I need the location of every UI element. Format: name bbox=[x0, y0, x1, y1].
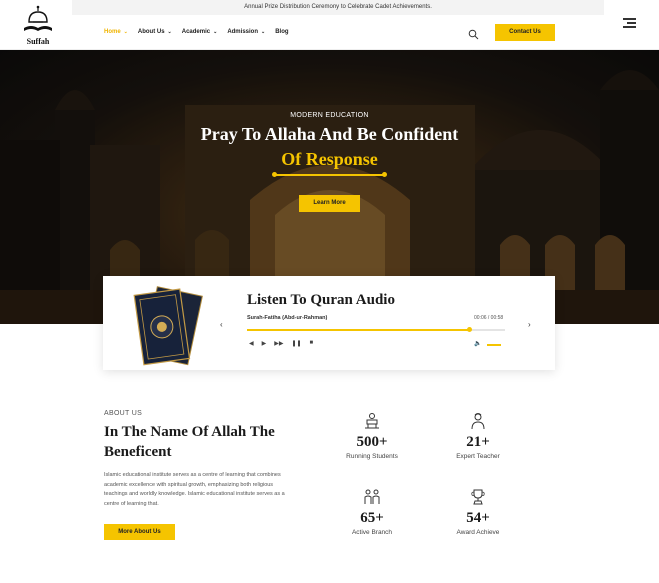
logo[interactable]: Suffah bbox=[18, 4, 58, 46]
hero-divider bbox=[272, 172, 387, 177]
contact-us-button[interactable]: Contact Us bbox=[495, 24, 555, 41]
nav-item-label: Home bbox=[104, 29, 121, 35]
stat-value: 21+ bbox=[466, 434, 490, 450]
prev-track-arrow-icon[interactable]: ‹ bbox=[220, 320, 223, 329]
announcement-bar: Annual Prize Distribution Ceremony to Ce… bbox=[72, 0, 604, 15]
stat-label: Active Branch bbox=[351, 529, 393, 536]
track-name: Surah-Fatiha (Abd-ur-Rahman) bbox=[247, 315, 328, 321]
nav-item-label: Academic bbox=[181, 29, 211, 35]
hamburger-menu-icon[interactable] bbox=[623, 18, 636, 29]
volume-slider[interactable] bbox=[487, 344, 501, 346]
nav-item-about-us[interactable]: About Us ⌄ bbox=[138, 29, 172, 35]
about-body: Islamic educational institute serves as … bbox=[104, 472, 285, 507]
logo-text: Suffah bbox=[26, 37, 50, 46]
stat-award-achieve: 54+ Award Achieve bbox=[433, 488, 523, 536]
nav-item-label: Admission bbox=[227, 29, 258, 35]
search-button[interactable] bbox=[468, 27, 479, 40]
stop-icon[interactable]: ■ bbox=[310, 340, 314, 347]
audio-controls: ◀ ▶ ▶▶ ❚❚ ■ bbox=[249, 340, 313, 347]
fast-forward-icon[interactable]: ▶▶ bbox=[274, 340, 283, 347]
chevron-down-icon: ⌄ bbox=[260, 29, 266, 35]
mosque-book-icon bbox=[24, 5, 52, 31]
stat-label: Expert Teacher bbox=[456, 453, 500, 460]
chevron-down-icon: ⌄ bbox=[213, 29, 218, 35]
teacher-icon bbox=[471, 413, 485, 430]
nav-item-home[interactable]: Home ⌄ bbox=[104, 29, 128, 35]
site-header: Suffah Annual Prize Distribution Ceremon… bbox=[0, 0, 659, 50]
students-icon bbox=[365, 413, 379, 429]
stat-running-students: 500+ Running Students bbox=[327, 412, 417, 460]
stat-label: Award Achieve bbox=[456, 529, 500, 536]
audio-title: Listen To Quran Audio bbox=[247, 292, 395, 308]
search-icon bbox=[468, 29, 479, 40]
nav-item-label: Blog bbox=[275, 29, 289, 35]
hero-kicker: MODERN EDUCATION bbox=[290, 112, 369, 119]
stat-value: 54+ bbox=[466, 510, 490, 526]
more-about-us-button[interactable]: More About Us bbox=[104, 524, 175, 540]
nav-item-label: About Us bbox=[137, 29, 165, 35]
nav-item-blog[interactable]: Blog bbox=[275, 29, 288, 35]
quran-audio-card: ‹ › Listen To Quran Audio Surah-Fatiha (… bbox=[103, 276, 555, 370]
next-track-arrow-icon[interactable]: › bbox=[528, 320, 531, 329]
branch-icon bbox=[364, 489, 380, 504]
award-icon bbox=[471, 489, 485, 505]
play-icon[interactable]: ▶ bbox=[262, 340, 267, 347]
learn-more-button[interactable]: Learn More bbox=[299, 195, 360, 212]
stat-active-branch: 65+ Active Branch bbox=[327, 488, 417, 536]
audio-progress-knob[interactable] bbox=[466, 327, 472, 332]
stat-value: 500+ bbox=[356, 434, 388, 450]
hero-title: Pray To Allaha And Be Confident bbox=[200, 124, 459, 144]
main-nav: Home ⌄ About Us ⌄ Academic ⌄ Admission ⌄ Blog bbox=[104, 29, 289, 35]
chevron-down-icon: ⌄ bbox=[167, 29, 172, 35]
chevron-down-icon: ⌄ bbox=[123, 29, 128, 35]
audio-progress-fill bbox=[247, 329, 469, 331]
pause-icon[interactable]: ❚❚ bbox=[291, 340, 301, 347]
stat-value: 65+ bbox=[360, 510, 384, 526]
nav-item-academic[interactable]: Academic ⌄ bbox=[182, 29, 218, 35]
nav-item-admission[interactable]: Admission ⌄ bbox=[227, 29, 265, 35]
about-kicker: ABOUT US bbox=[104, 410, 143, 417]
about-title: In The Name Of Allah The Beneficent bbox=[104, 424, 275, 460]
stat-label: Running Students bbox=[346, 453, 398, 460]
rewind-icon[interactable]: ◀ bbox=[249, 340, 254, 347]
stat-expert-teacher: 21+ Expert Teacher bbox=[433, 412, 523, 460]
track-time: 00:06 / 00:58 bbox=[474, 315, 504, 321]
volume-icon[interactable]: 🔈 bbox=[474, 340, 481, 347]
quran-book-icon bbox=[133, 286, 203, 366]
audio-progress-bar[interactable] bbox=[247, 327, 505, 332]
hero-title-highlight: Of Response bbox=[281, 149, 378, 169]
